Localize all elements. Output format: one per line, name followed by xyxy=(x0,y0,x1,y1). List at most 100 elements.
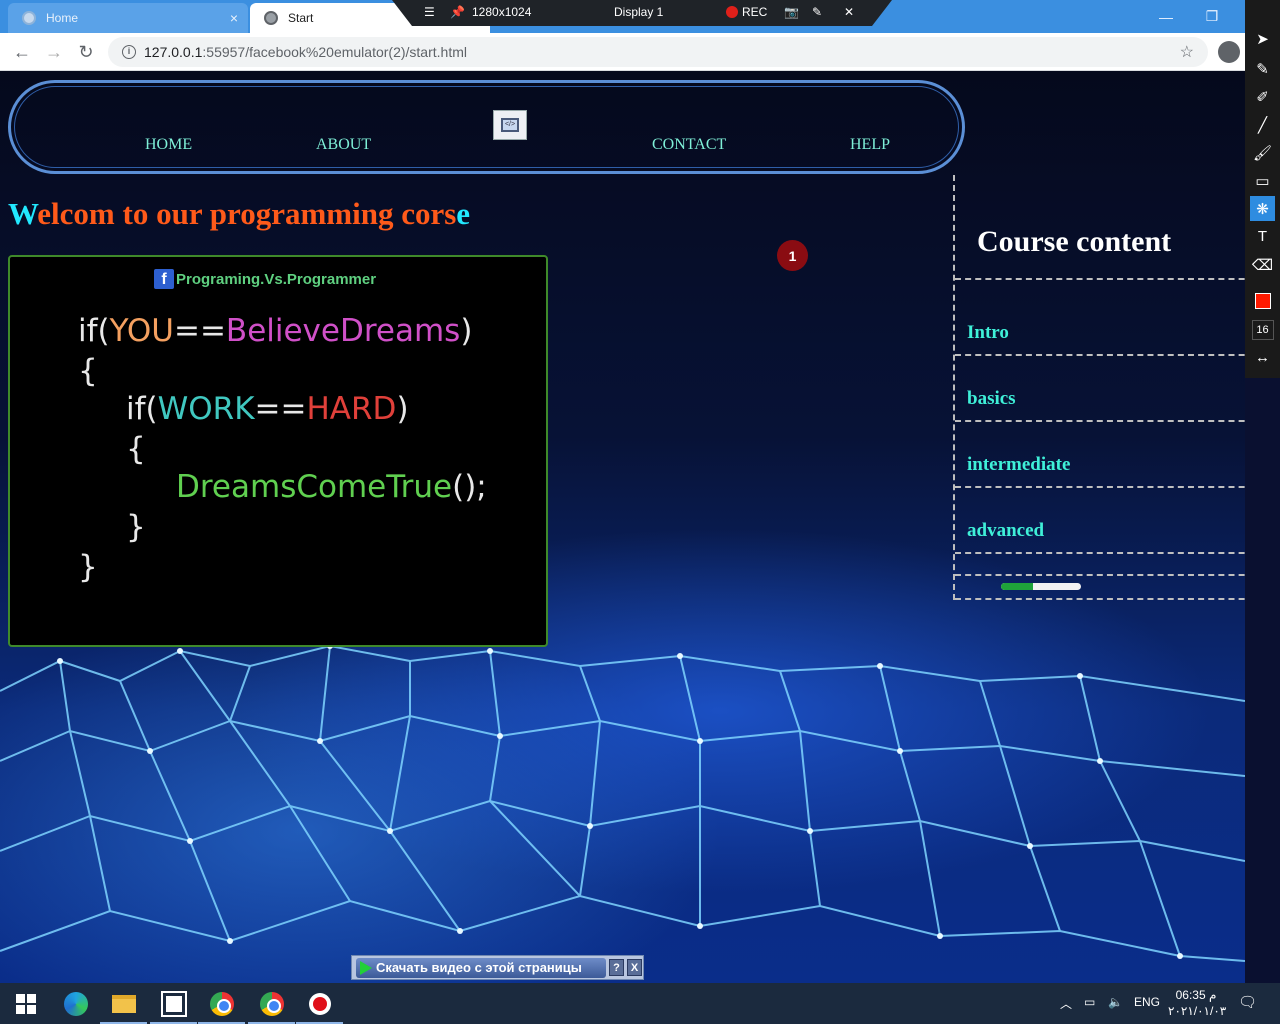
url-input[interactable]: i 127.0.0.1:55957/facebook%20emulator(2)… xyxy=(108,37,1208,67)
line-icon[interactable]: ╱ xyxy=(1250,112,1275,137)
record-icon xyxy=(726,6,738,18)
recorder-close-icon[interactable]: ✕ xyxy=(844,5,854,19)
sidebar-item-advanced[interactable]: advanced xyxy=(955,486,1245,552)
recorder-bar: ☰ 📌 1280x1024 Display 1 REC 📷 ✎ ✕ xyxy=(392,0,892,26)
code-line-4: { xyxy=(126,431,146,467)
camera-icon[interactable]: 📷 xyxy=(784,5,799,19)
help-button[interactable]: ? xyxy=(609,959,624,976)
recorder-display[interactable]: Display 1 xyxy=(614,5,663,19)
recorder-resolution[interactable]: 1280x1024 xyxy=(472,5,531,19)
edge-icon[interactable] xyxy=(62,990,89,1017)
facebook-icon: f xyxy=(154,269,174,289)
color-swatch-fill xyxy=(1254,292,1271,309)
annotation-toolbar: ➤ ✎ ✐ ╱ 🖌 ▭ ❋ T ⌫ 16 ↔ xyxy=(1245,0,1280,378)
code-logo-icon[interactable]: </> xyxy=(493,110,527,140)
back-arrow-icon[interactable]: ← xyxy=(10,40,34,64)
close-tab-icon[interactable]: × xyxy=(230,10,238,26)
restore-button[interactable]: ❐ xyxy=(1189,0,1235,33)
volume-icon[interactable]: 🔈 xyxy=(1108,995,1123,1009)
nav-help[interactable]: HELP xyxy=(850,136,890,154)
sidebar-title: Course content xyxy=(977,225,1172,258)
chrome-icon[interactable] xyxy=(198,990,245,1024)
nav-contact[interactable]: CONTACT xyxy=(652,136,726,154)
sidebar-item-intermediate[interactable]: intermediate xyxy=(955,420,1245,486)
play-icon xyxy=(360,960,372,975)
language-indicator[interactable]: ENG xyxy=(1134,995,1160,1009)
code-image-caption: f Programing.Vs.Programmer xyxy=(154,269,376,289)
store-app-icon[interactable] xyxy=(150,990,197,1024)
download-video-label: Скачать видео с этой страницы xyxy=(376,960,582,975)
url-path: :55957/facebook%20emulator(2)/start.html xyxy=(202,44,467,60)
color-swatch[interactable] xyxy=(1250,288,1275,313)
windows-taskbar: ︿ ▭ 🔈 ENG 06:35 م ٢٠٢١/٠١/٠٣ 🗨 xyxy=(0,983,1280,1024)
sidebar-item-label: basics xyxy=(967,388,1016,409)
title-last-letter: e xyxy=(456,196,471,231)
close-button[interactable]: X xyxy=(627,959,642,976)
brush-icon[interactable]: 🖌 xyxy=(1250,140,1275,165)
effects-icon[interactable]: ❋ xyxy=(1250,196,1275,221)
notifications-icon[interactable]: 🗨 xyxy=(1238,993,1257,1011)
reload-icon[interactable]: ↻ xyxy=(74,40,98,64)
menu-icon[interactable]: ☰ xyxy=(424,5,435,19)
pencil-icon[interactable]: ✎ xyxy=(812,5,822,19)
url-host: 127.0.0.1 xyxy=(144,44,203,60)
tab-home[interactable]: Home × xyxy=(8,3,248,33)
title-first-letter: W xyxy=(8,196,38,231)
sidebar-item-label: intermediate xyxy=(967,454,1071,475)
sidebar-progress-row xyxy=(955,574,1245,600)
code-line-3: if(WORK==HARD) xyxy=(126,391,409,427)
notification-badge[interactable]: 1 xyxy=(777,240,808,271)
minimize-button[interactable]: — xyxy=(1143,0,1189,33)
forward-arrow-icon[interactable]: → xyxy=(42,40,66,64)
chevron-up-icon[interactable]: ︿ xyxy=(1060,995,1072,1012)
page-content: HOME ABOUT </> CONTACT HELP Welcom to ou… xyxy=(0,71,1245,983)
nav-home[interactable]: HOME xyxy=(145,136,192,154)
page-title: Welcom to our programming corse xyxy=(8,196,470,232)
screen-recorder-icon[interactable] xyxy=(296,990,343,1024)
eraser-icon[interactable]: ⌫ xyxy=(1250,252,1275,277)
file-explorer-icon[interactable] xyxy=(100,990,147,1024)
globe-icon xyxy=(22,11,36,25)
title-middle: elcom to our programming cors xyxy=(37,196,457,231)
pin-icon[interactable]: 📌 xyxy=(450,5,465,19)
clock-time: 06:35 م xyxy=(1175,988,1217,1002)
download-video-button[interactable]: Скачать видео с этой страницы xyxy=(356,957,606,978)
marker-icon[interactable]: ✐ xyxy=(1250,84,1275,109)
record-button[interactable]: REC xyxy=(726,5,767,19)
network-icon[interactable]: ▭ xyxy=(1084,995,1095,1009)
address-bar: ← → ↻ i 127.0.0.1:55957/facebook%20emula… xyxy=(0,33,1280,71)
course-sidebar: Course content Intro basics intermediate… xyxy=(953,175,1245,600)
sidebar-item-label: Intro xyxy=(967,322,1009,343)
course-progress-bar xyxy=(1001,583,1081,590)
pen-icon[interactable]: ✎ xyxy=(1250,56,1275,81)
logo-glyph: </> xyxy=(501,118,519,132)
code-image: f Programing.Vs.Programmer if(YOU==Belie… xyxy=(8,255,548,647)
chrome-icon[interactable] xyxy=(248,990,295,1024)
clock[interactable]: 06:35 م ٢٠٢١/٠١/٠٣ xyxy=(1168,987,1227,1019)
info-icon[interactable]: i xyxy=(122,45,136,59)
size-value: 16 xyxy=(1251,319,1274,340)
expand-arrows-icon[interactable]: ↔ xyxy=(1250,349,1275,366)
code-line-5: DreamsComeTrue(); xyxy=(176,469,487,505)
size-field[interactable]: 16 xyxy=(1250,317,1275,342)
sidebar-item-intro[interactable]: Intro xyxy=(955,278,1245,354)
profile-avatar-icon[interactable] xyxy=(1218,41,1240,63)
cursor-icon[interactable]: ➤ xyxy=(1250,26,1275,51)
bookmark-star-icon[interactable]: ☆ xyxy=(1180,42,1194,62)
sidebar-item-label: advanced xyxy=(967,520,1045,541)
text-icon[interactable]: T xyxy=(1250,224,1275,249)
progress-fill xyxy=(1001,583,1033,590)
sidebar-item-basics[interactable]: basics xyxy=(955,354,1245,420)
main-nav: HOME ABOUT </> CONTACT HELP xyxy=(8,80,965,174)
start-windows-icon[interactable] xyxy=(12,990,39,1017)
clock-date: ٢٠٢١/٠١/٠٣ xyxy=(1168,1004,1227,1018)
tab-home-label: Home xyxy=(46,11,79,25)
sidebar-divider xyxy=(955,552,1245,574)
tab-start-label: Start xyxy=(288,11,314,25)
nav-about[interactable]: ABOUT xyxy=(316,136,371,154)
caption-text: Programing.Vs.Programmer xyxy=(176,270,377,288)
code-line-7: } xyxy=(78,549,98,585)
rectangle-icon[interactable]: ▭ xyxy=(1250,168,1275,193)
globe-icon xyxy=(264,11,278,25)
code-line-6: } xyxy=(126,509,146,545)
